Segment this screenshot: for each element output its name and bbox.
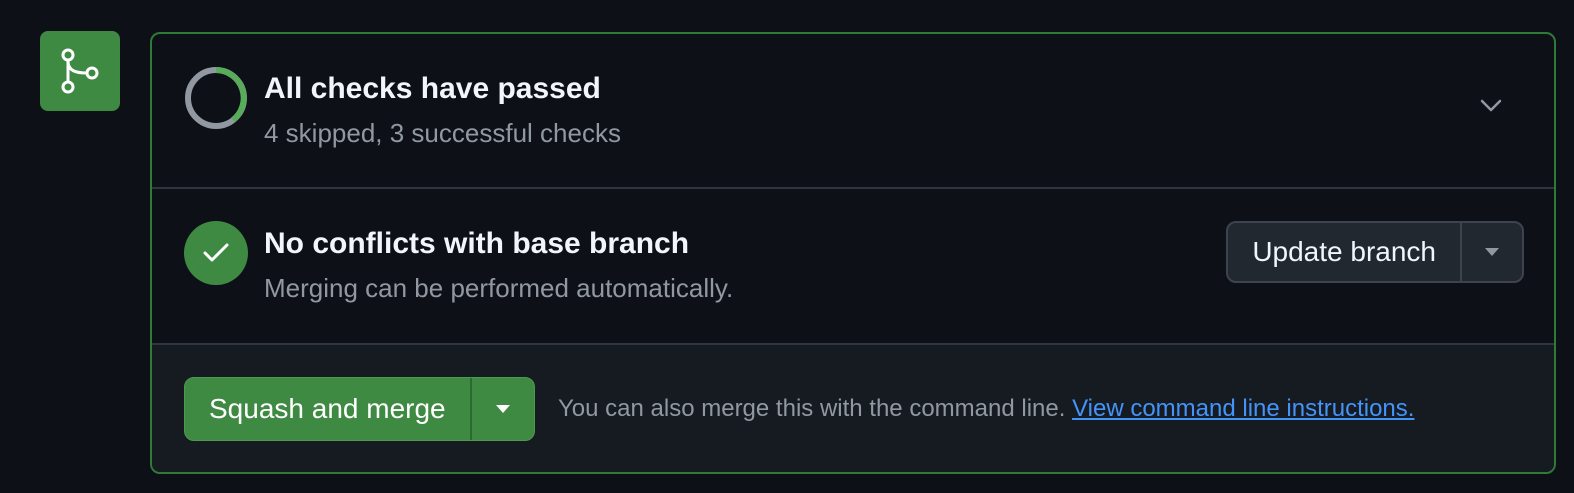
merge-section: Squash and merge You can also merge this… — [152, 345, 1554, 472]
command-line-hint: You can also merge this with the command… — [558, 395, 1414, 423]
triangle-down-icon — [495, 405, 510, 413]
checks-title: All checks have passed — [264, 72, 601, 105]
triangle-down-icon — [1485, 248, 1499, 256]
merge-box-page: All checks have passed 4 skipped, 3 succ… — [0, 0, 1574, 493]
update-branch-dropdown-button[interactable] — [1460, 223, 1522, 281]
merge-status-panel: All checks have passed 4 skipped, 3 succ… — [150, 32, 1556, 474]
view-command-line-instructions-link[interactable]: View command line instructions. — [1072, 395, 1414, 422]
update-branch-button[interactable]: Update branch — [1228, 223, 1460, 281]
checks-subtitle: 4 skipped, 3 successful checks — [264, 118, 621, 148]
git-merge-icon — [40, 31, 120, 111]
checks-progress-ring-icon — [184, 66, 248, 130]
squash-and-merge-button[interactable]: Squash and merge — [185, 378, 470, 440]
merge-method-dropdown-button[interactable] — [469, 378, 534, 440]
conflicts-section: No conflicts with base branch Merging ca… — [152, 189, 1554, 345]
conflicts-title: No conflicts with base branch — [264, 227, 690, 260]
update-branch-button-group: Update branch — [1226, 221, 1524, 283]
check-circle-icon — [184, 221, 248, 285]
checks-section[interactable]: All checks have passed 4 skipped, 3 succ… — [152, 34, 1554, 189]
conflicts-subtitle: Merging can be performed automatically. — [264, 273, 734, 303]
chevron-down-icon[interactable] — [1478, 92, 1504, 118]
squash-merge-button-group: Squash and merge — [184, 377, 535, 441]
command-line-hint-text: You can also merge this with the command… — [558, 395, 1066, 422]
